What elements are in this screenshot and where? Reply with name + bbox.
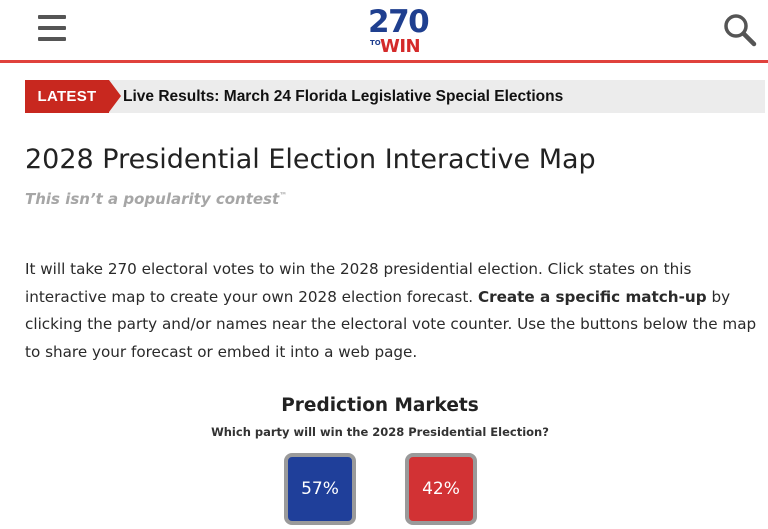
latest-news-ticker: LATEST Live Results: March 24 Florida Le… [25, 80, 765, 113]
site-header: 270 TO WIN [0, 0, 768, 60]
menu-bar-line [38, 15, 66, 19]
page-title: 2028 Presidential Election Interactive M… [25, 144, 596, 175]
intro-bold-matchup: Create a specific match-up [477, 287, 707, 306]
hamburger-menu-icon[interactable] [38, 15, 66, 41]
prediction-option-democrat[interactable]: 57% [284, 453, 356, 525]
latest-badge-label: LATEST [37, 88, 97, 105]
prediction-markets-title: Prediction Markets [281, 395, 479, 416]
prediction-value-democrat: 57% [301, 479, 339, 499]
site-logo[interactable]: 270 TO WIN [366, 4, 430, 57]
trademark-mark: ™ [279, 191, 288, 200]
prediction-option-republican[interactable]: 42% [405, 453, 477, 525]
latest-badge-arrow [109, 80, 121, 112]
intro-paragraph: It will take 270 electoral votes to win … [25, 256, 760, 366]
latest-badge: LATEST [25, 80, 109, 113]
prediction-markets-question: Which party will win the 2028 Presidenti… [211, 425, 549, 439]
menu-bar-line [38, 26, 66, 30]
page-tagline: This isn’t a popularity contest™ [25, 186, 287, 209]
latest-headline-link[interactable]: Live Results: March 24 Florida Legislati… [123, 80, 563, 113]
prediction-value-republican: 42% [422, 479, 460, 499]
search-icon[interactable] [722, 12, 758, 48]
logo-to: TO [370, 39, 381, 47]
logo-number: 270 [368, 4, 430, 40]
menu-bar-line [38, 37, 66, 41]
header-accent-rule [0, 60, 768, 63]
tagline-text: This isn’t a popularity contest [25, 190, 280, 208]
logo-win: WIN [380, 36, 421, 57]
